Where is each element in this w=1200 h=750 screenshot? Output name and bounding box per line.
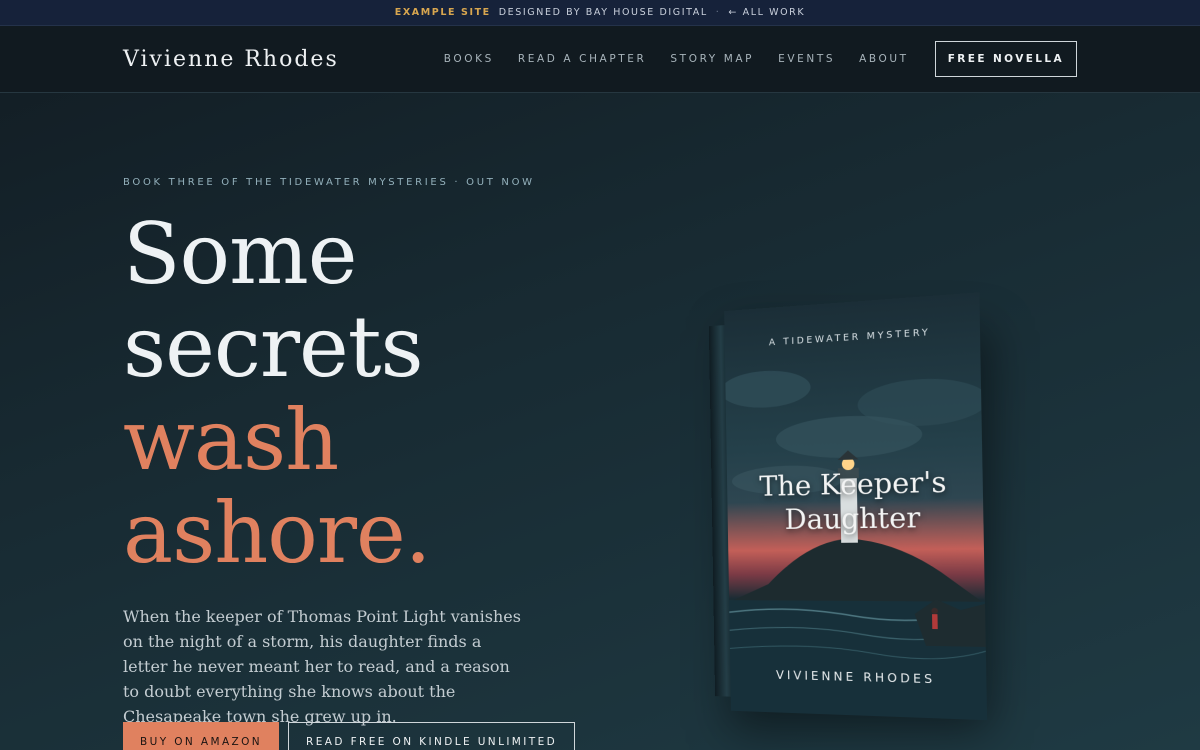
- example-site-tag: EXAMPLE SITE: [395, 7, 491, 18]
- cover-title: The Keeper's Daughter: [727, 464, 984, 538]
- main-nav: Vivienne Rhodes BOOKS READ A CHAPTER STO…: [0, 26, 1200, 93]
- book-cover: A TIDEWATER MYSTERY The Keeper's Daughte…: [724, 292, 987, 720]
- book-cover-mockup[interactable]: A TIDEWATER MYSTERY The Keeper's Daughte…: [709, 292, 990, 722]
- designer-credit: DESIGNED BY BAY HOUSE DIGITAL: [499, 7, 708, 18]
- banner-separator: ·: [716, 7, 721, 18]
- nav-link-books[interactable]: BOOKS: [444, 53, 494, 65]
- cover-title-line-1: The Keeper's: [727, 464, 983, 505]
- headline-line-2: secrets: [123, 301, 593, 394]
- hero-buttons: BUY ON AMAZON READ FREE ON KINDLE UNLIMI…: [123, 722, 575, 750]
- hero-section: BOOK THREE OF THE TIDEWATER MYSTERIES · …: [123, 177, 593, 729]
- nav-link-about[interactable]: ABOUT: [859, 53, 909, 65]
- nav-link-story-map[interactable]: STORY MAP: [670, 53, 754, 65]
- nav-link-events[interactable]: EVENTS: [778, 53, 835, 65]
- buy-on-amazon-button[interactable]: BUY ON AMAZON: [123, 722, 279, 750]
- headline-accent-line-2: ashore.: [123, 487, 593, 580]
- hero-eyebrow: BOOK THREE OF THE TIDEWATER MYSTERIES · …: [123, 177, 593, 188]
- all-work-link[interactable]: ← ALL WORK: [728, 7, 805, 18]
- headline-accent-line-1: wash: [123, 394, 593, 487]
- cover-title-line-2: Daughter: [727, 500, 983, 538]
- hero-headline: Some secrets wash ashore.: [123, 208, 593, 580]
- hero-description: When the keeper of Thomas Point Light va…: [123, 604, 523, 729]
- nav-link-read-a-chapter[interactable]: READ A CHAPTER: [518, 53, 647, 65]
- brand-logo[interactable]: Vivienne Rhodes: [123, 47, 339, 72]
- free-novella-button[interactable]: FREE NOVELLA: [935, 41, 1077, 77]
- headline-line-1: Some: [123, 208, 593, 301]
- kindle-unlimited-button[interactable]: READ FREE ON KINDLE UNLIMITED: [288, 722, 575, 750]
- top-banner: EXAMPLE SITE DESIGNED BY BAY HOUSE DIGIT…: [0, 0, 1200, 26]
- nav-links: BOOKS READ A CHAPTER STORY MAP EVENTS AB…: [444, 41, 1077, 77]
